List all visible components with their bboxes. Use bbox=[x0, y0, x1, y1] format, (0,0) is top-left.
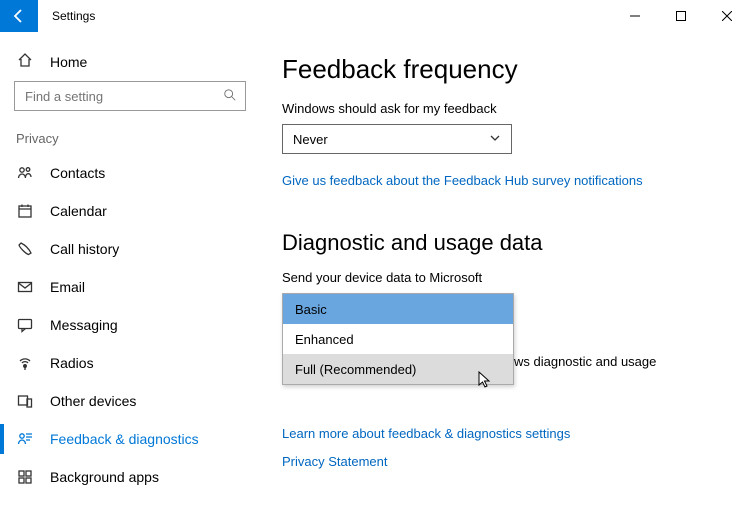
sidebar-item-label: Contacts bbox=[50, 165, 105, 181]
sidebar-item-other-devices[interactable]: Other devices bbox=[0, 382, 260, 420]
sidebar-item-call-history[interactable]: Call history bbox=[0, 230, 260, 268]
sidebar-home[interactable]: Home bbox=[0, 46, 260, 81]
sidebar: Home Privacy Contacts Calendar Call hi bbox=[0, 32, 260, 519]
feedback-frequency-combo[interactable]: Never bbox=[282, 124, 512, 154]
sidebar-item-label: Feedback & diagnostics bbox=[50, 431, 199, 447]
sidebar-item-label: Messaging bbox=[50, 317, 118, 333]
diagnostic-option-enhanced[interactable]: Enhanced bbox=[283, 324, 513, 354]
feedback-frequency-value: Never bbox=[293, 132, 328, 147]
sidebar-item-background-apps[interactable]: Background apps bbox=[0, 458, 260, 496]
window-controls bbox=[612, 0, 750, 32]
minimize-button[interactable] bbox=[612, 0, 658, 32]
email-icon bbox=[16, 278, 34, 296]
other-devices-icon bbox=[16, 392, 34, 410]
sidebar-item-email[interactable]: Email bbox=[0, 268, 260, 306]
learn-more-link[interactable]: Learn more about feedback & diagnostics … bbox=[282, 426, 570, 441]
search-input[interactable] bbox=[14, 81, 246, 111]
obscured-text: ws diagnostic and usage bbox=[514, 353, 714, 371]
sidebar-item-label: Radios bbox=[50, 355, 94, 371]
sidebar-item-label: Other devices bbox=[50, 393, 136, 409]
calendar-icon bbox=[16, 202, 34, 220]
privacy-statement-link[interactable]: Privacy Statement bbox=[282, 454, 388, 469]
feedback-prompt: Windows should ask for my feedback bbox=[282, 101, 718, 116]
radios-icon bbox=[16, 354, 34, 372]
sidebar-item-feedback-diagnostics[interactable]: Feedback & diagnostics bbox=[0, 420, 260, 458]
sidebar-item-messaging[interactable]: Messaging bbox=[0, 306, 260, 344]
messaging-icon bbox=[16, 316, 34, 334]
chevron-down-icon bbox=[489, 132, 501, 147]
close-button[interactable] bbox=[704, 0, 750, 32]
feedback-hub-link[interactable]: Give us feedback about the Feedback Hub … bbox=[282, 173, 643, 188]
content-pane: Feedback frequency Windows should ask fo… bbox=[260, 32, 750, 519]
search-field[interactable] bbox=[23, 88, 223, 105]
sidebar-item-label: Email bbox=[50, 279, 85, 295]
sidebar-item-label: Calendar bbox=[50, 203, 107, 219]
background-apps-icon bbox=[16, 468, 34, 486]
contacts-icon bbox=[16, 164, 34, 182]
diagnostic-prompt: Send your device data to Microsoft bbox=[282, 270, 718, 285]
call-history-icon bbox=[16, 240, 34, 258]
sidebar-home-label: Home bbox=[50, 54, 87, 70]
titlebar: Settings bbox=[0, 0, 750, 32]
maximize-button[interactable] bbox=[658, 0, 704, 32]
feedback-icon bbox=[16, 430, 34, 448]
sidebar-item-calendar[interactable]: Calendar bbox=[0, 192, 260, 230]
sidebar-item-contacts[interactable]: Contacts bbox=[0, 154, 260, 192]
cursor-icon bbox=[478, 371, 492, 392]
home-icon bbox=[16, 52, 34, 71]
diagnostic-option-basic[interactable]: Basic bbox=[283, 294, 513, 324]
feedback-heading: Feedback frequency bbox=[282, 54, 718, 85]
sidebar-item-label: Call history bbox=[50, 241, 119, 257]
sidebar-category: Privacy bbox=[0, 125, 260, 154]
sidebar-item-radios[interactable]: Radios bbox=[0, 344, 260, 382]
diagnostic-heading: Diagnostic and usage data bbox=[282, 230, 718, 256]
sidebar-item-label: Background apps bbox=[50, 469, 159, 485]
search-icon bbox=[223, 88, 237, 105]
app-title: Settings bbox=[38, 0, 95, 32]
back-button[interactable] bbox=[0, 0, 38, 32]
